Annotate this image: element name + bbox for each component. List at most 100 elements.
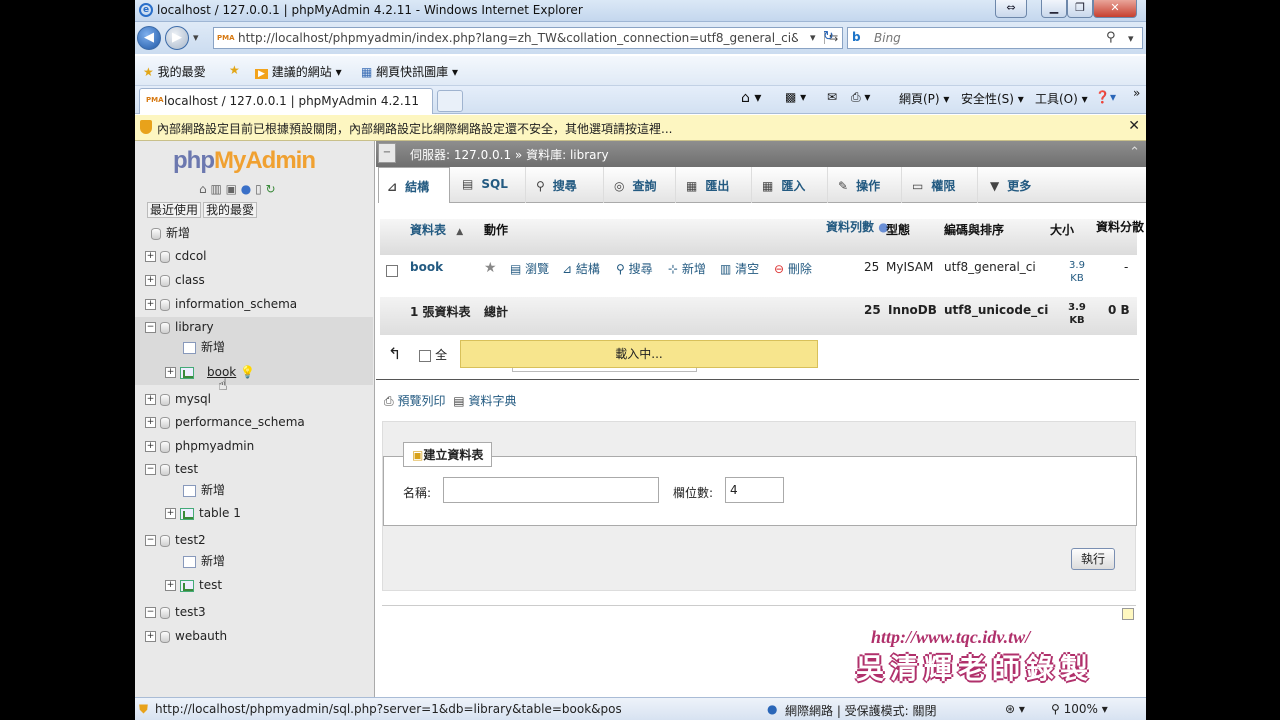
collapse-icon[interactable]: ⌃	[1129, 145, 1140, 160]
tree-db-test2[interactable]: − test2	[145, 533, 206, 547]
header-rows[interactable]: 資料列數 ●	[826, 219, 889, 236]
tab-search[interactable]: ⚲ 搜尋	[526, 167, 604, 203]
insert-action[interactable]: ⊹ 新增	[668, 260, 706, 277]
structure-action[interactable]: ⊿ 結構	[562, 260, 600, 277]
row-checkbox[interactable]	[386, 263, 398, 277]
data-dictionary-link[interactable]: ▤ 資料字典	[453, 394, 516, 408]
tree-table-book[interactable]: + book 💡	[165, 365, 255, 379]
tab-export[interactable]: ▦ 匯出	[676, 167, 752, 203]
tab-more[interactable]: ▼ 更多	[978, 167, 1058, 203]
favorites-button[interactable]: ★ 我的最愛	[143, 63, 206, 80]
page-menu[interactable]: 網頁(P) ▾	[899, 90, 949, 107]
search-dropdown-icon[interactable]: ▾	[1128, 32, 1134, 45]
breadcrumb-text[interactable]: 伺服器: 127.0.0.1 » 資料庫: library	[410, 146, 609, 163]
search-icon[interactable]: ⚲	[1106, 30, 1116, 45]
minimize-button[interactable]: ▁	[1041, 0, 1067, 18]
mail-icon[interactable]: ✉	[827, 90, 837, 104]
help-icon[interactable]: ●	[241, 182, 251, 196]
check-all-label[interactable]: 全	[435, 348, 447, 362]
tab-import[interactable]: ▦ 匯入	[752, 167, 828, 203]
home-icon[interactable]: ⌂ ▾	[741, 90, 761, 106]
tab-sql[interactable]: ▤ SQL	[450, 167, 526, 203]
recent-tab[interactable]: 最近使用	[147, 202, 202, 218]
tree-db-information-schema[interactable]: + information_schema	[145, 297, 297, 311]
tree-new-table[interactable]: 新增	[183, 552, 225, 569]
close-icon[interactable]: ✕	[1128, 118, 1140, 134]
web-slice-button[interactable]: ▦ 網頁快訊圖庫 ▾	[361, 63, 458, 80]
drop-action[interactable]: ⊖ 刪除	[774, 260, 812, 277]
history-dropdown-icon[interactable]: ▾	[193, 31, 199, 44]
help-icon[interactable]: ❓▾	[1095, 90, 1116, 104]
expand-icon[interactable]: +	[145, 275, 156, 286]
tab-operations[interactable]: ✎ 操作	[828, 167, 902, 203]
home-icon[interactable]: ⌂	[199, 182, 207, 196]
nav-toggle-icon[interactable]: −	[378, 143, 396, 163]
collapse-icon[interactable]: −	[145, 607, 156, 618]
console-icon[interactable]	[1122, 608, 1134, 620]
tree-db-performance-schema[interactable]: + performance_schema	[145, 415, 305, 429]
tab-structure[interactable]: ⊿ 結構	[378, 167, 450, 203]
tree-db-test3[interactable]: − test3	[145, 605, 206, 619]
expand-icon[interactable]: +	[145, 417, 156, 428]
tab-privileges[interactable]: ▭ 權限	[902, 167, 978, 203]
phpmyadmin-logo[interactable]: phpMyAdmin	[173, 147, 316, 175]
tree-db-cdcol[interactable]: + cdcol	[145, 249, 207, 263]
browser-tab[interactable]: PMA localhost / 127.0.0.1 | phpMyAdmin 4…	[139, 88, 433, 114]
docs-icon[interactable]: ▯	[255, 182, 262, 196]
more-commands-icon[interactable]: »	[1133, 86, 1140, 100]
zone-text[interactable]: 網際網路 | 受保護模式: 關閉	[785, 702, 937, 719]
collapse-icon[interactable]: −	[145, 535, 156, 546]
back-button[interactable]: ◀	[137, 26, 161, 50]
protected-mode-icon[interactable]: ⊛ ▾	[1005, 702, 1025, 716]
tree-db-class[interactable]: + class	[145, 273, 205, 287]
expand-icon[interactable]: +	[145, 251, 156, 262]
favorite-star-icon[interactable]: ★	[484, 260, 497, 276]
search-box[interactable]: b Bing ⚲ ▾	[847, 27, 1143, 49]
tree-db-library[interactable]: − library	[145, 320, 214, 334]
new-tab-button[interactable]	[437, 90, 463, 112]
suggested-sites-button[interactable]: ▶ 建議的網站 ▾	[255, 63, 342, 80]
empty-action[interactable]: ▥ 清空	[720, 260, 759, 277]
tree-table-table1[interactable]: + table 1	[165, 506, 241, 520]
tree-table-test[interactable]: + test	[165, 578, 222, 592]
tools-menu[interactable]: 工具(O) ▾	[1035, 90, 1088, 107]
address-dropdown-icon[interactable]: ▾	[810, 31, 816, 44]
close-button[interactable]: ✕	[1093, 0, 1137, 18]
check-all-checkbox[interactable]	[419, 349, 432, 362]
expand-icon[interactable]: +	[145, 631, 156, 642]
tab-query[interactable]: ◎ 查詢	[604, 167, 676, 203]
collapse-icon[interactable]: −	[145, 322, 156, 333]
reload-icon[interactable]: ↻	[266, 182, 276, 196]
browse-action[interactable]: ▤ 瀏覽	[510, 260, 549, 277]
row-size[interactable]: 3.9 KB	[1064, 259, 1090, 285]
maximize-button[interactable]: ❐	[1067, 0, 1093, 18]
expand-icon[interactable]: +	[145, 299, 156, 310]
print-icon[interactable]: ⎙ ▾	[851, 90, 870, 105]
tree-new-db[interactable]: 新增	[151, 224, 190, 241]
zoom-control[interactable]: ⚲ 100% ▾	[1051, 702, 1108, 716]
table-name-input[interactable]	[443, 477, 659, 503]
collapse-icon[interactable]: −	[145, 464, 156, 475]
expand-icon[interactable]: +	[145, 441, 156, 452]
header-table[interactable]: 資料表 ▲	[410, 221, 463, 238]
tree-db-phpmyadmin[interactable]: + phpmyadmin	[145, 439, 254, 453]
columns-input[interactable]: 4	[725, 477, 784, 503]
tree-db-webauth[interactable]: + webauth	[145, 629, 227, 643]
feeds-icon[interactable]: ▩ ▾	[785, 90, 806, 104]
expand-icon[interactable]: +	[165, 508, 176, 519]
go-button[interactable]: 執行	[1071, 548, 1115, 570]
query-window-icon[interactable]: ▣	[226, 182, 237, 196]
address-bar[interactable]: PMA http://localhost/phpmyadmin/index.ph…	[213, 27, 843, 49]
info-bar[interactable]: 內部網路設定目前已根據預設關閉，內部網路設定比網際網路設定還不安全，其他選項請按…	[135, 115, 1146, 141]
restore-icon[interactable]: ⇔	[995, 0, 1027, 18]
expand-icon[interactable]: +	[165, 580, 176, 591]
tree-new-table[interactable]: 新增	[183, 338, 225, 355]
safety-menu[interactable]: 安全性(S) ▾	[961, 90, 1024, 107]
table-name-link[interactable]: book	[410, 260, 443, 274]
logout-icon[interactable]: ▥	[210, 182, 221, 196]
tree-new-table[interactable]: 新增	[183, 481, 225, 498]
refresh-icon[interactable]: ↻	[823, 29, 834, 44]
info-bar-text[interactable]: 內部網路設定目前已根據預設關閉，內部網路設定比網際網路設定還不安全，其他選項請按…	[157, 120, 672, 137]
forward-button[interactable]: ▶	[165, 26, 189, 50]
expand-icon[interactable]: +	[165, 367, 176, 378]
